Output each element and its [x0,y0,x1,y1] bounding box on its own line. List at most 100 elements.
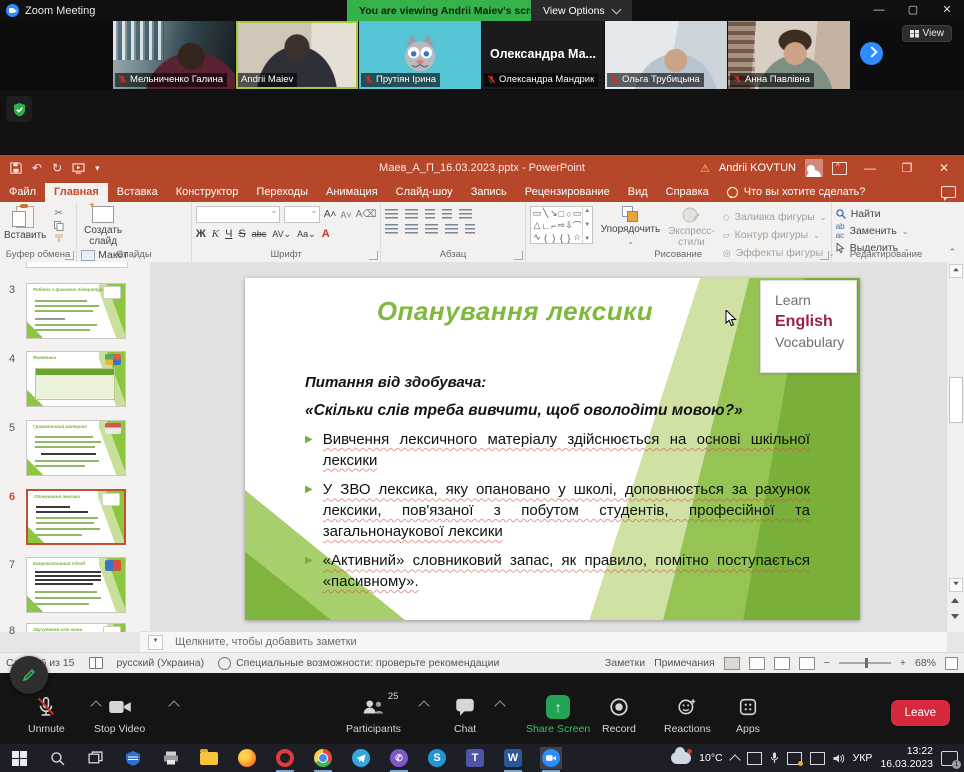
copy-icon[interactable] [54,221,64,231]
font-size-select[interactable] [284,206,320,223]
justify-icon[interactable] [445,224,458,234]
skype-icon[interactable]: S [426,747,448,769]
thumbnail-slide-5[interactable]: Граматичний матеріал [26,420,126,476]
comments-toggle[interactable]: Примечания [654,657,715,669]
file-explorer-icon[interactable] [198,747,220,769]
start-slideshow-icon[interactable] [72,163,85,174]
account-name[interactable]: Andrii KOVTUN [719,162,796,174]
participant-tile[interactable]: Ольга Трубицына [605,21,727,89]
bullets-icon[interactable] [385,209,398,219]
zoom-slider[interactable] [839,662,891,664]
cut-icon[interactable]: ✂ [54,208,64,219]
tab-help[interactable]: Справка [657,183,718,202]
share-screen-button[interactable]: ↑ Share Screen [520,694,596,736]
shapes-scrollbar[interactable]: ▲▼▼ [582,207,592,243]
task-view-icon[interactable] [84,747,106,769]
weather-icon[interactable] [671,752,691,764]
bold-button[interactable]: Ж [196,228,206,240]
tab-home[interactable]: Главная [45,183,108,202]
italic-button[interactable]: К [212,228,219,240]
format-painter-icon[interactable] [54,233,64,243]
slide-title[interactable]: Опанування лексики [305,296,725,327]
font-color-button[interactable]: A [322,228,330,240]
align-center-icon[interactable] [405,224,418,234]
annotate-pencil-button[interactable] [10,656,48,694]
ppt-close-button[interactable]: ✕ [930,161,958,175]
font-name-select[interactable] [196,206,280,223]
dialog-launcher-icon[interactable] [514,251,523,260]
hidden-icons-caret[interactable] [729,754,740,765]
tab-animations[interactable]: Анимация [317,183,387,202]
temperature[interactable]: 10°C [699,752,722,764]
accessibility-status[interactable]: Специальные возможности: проверьте реком… [236,657,499,669]
tab-transitions[interactable]: Переходы [247,183,317,202]
maximize-button[interactable]: ▢ [896,0,930,21]
word-icon[interactable]: W [502,747,524,769]
participant-tile-no-video[interactable]: Олександра Ма... Олександра Мандрик [482,21,604,89]
tab-view[interactable]: Вид [619,183,657,202]
dialog-launcher-icon[interactable] [369,251,378,260]
replace-button[interactable]: abacЗаменить⌄ [836,222,937,240]
spellcheck-icon[interactable] [89,657,103,669]
participants-caret[interactable] [418,700,429,711]
zoom-in-button[interactable]: + [900,657,906,669]
increase-indent-icon[interactable] [442,209,452,219]
zoom-taskbar-icon[interactable] [540,747,562,769]
shapes-gallery[interactable]: ▭╲↘□○▭ △∟⌐⇨⇩⌒ ∿(){}☆ ▲▼▼ [530,206,593,244]
dialog-launcher-icon[interactable] [820,251,829,260]
notes-placeholder[interactable]: Щелкните, чтобы добавить заметки [175,636,357,648]
notification-tray-icon[interactable] [787,752,802,765]
shape-outline-button[interactable]: ▱Контур фигуры⌄ [723,229,835,241]
chat-caret[interactable] [494,700,505,711]
ppt-minimize-button[interactable]: — [856,161,884,175]
chrome-icon[interactable] [312,747,334,769]
view-options-button[interactable]: View Options [531,0,632,21]
stop-video-button[interactable]: Stop Video [88,694,151,736]
partial-thumbnail[interactable] [26,262,128,268]
collapse-ribbon-icon[interactable]: ⌃ [940,247,964,262]
cast-tray-icon[interactable] [747,752,762,765]
panel-scroll-down-icon[interactable]: ▼ [148,635,163,650]
arrange-button[interactable]: Упорядочить⌄ [601,206,661,246]
network-tray-icon[interactable] [810,752,825,765]
reactions-button[interactable]: Reactions [658,694,717,736]
quick-styles-button[interactable]: Экспресс-стили [668,206,715,248]
participants-button[interactable]: 25 Participants [340,694,407,736]
undo-icon[interactable]: ↶ [32,162,42,174]
thumbnail-slide-4[interactable]: Фонетика [26,351,126,407]
chat-button[interactable]: Chat [448,694,482,736]
next-participants-button[interactable] [860,42,883,65]
minimize-button[interactable]: — [862,0,896,21]
scrollbar-thumb[interactable] [949,377,963,423]
learn-english-vocabulary-logo[interactable]: Learn English Vocabulary [760,280,857,373]
record-button[interactable]: Record [596,694,642,736]
current-slide[interactable]: Опанування лексики Learn English Vocabul… [245,278,860,620]
search-icon[interactable] [46,747,68,769]
decrease-font-icon[interactable]: A˅ [340,210,351,220]
next-slide-button[interactable] [951,606,959,624]
mic-tray-icon[interactable] [770,752,779,764]
meeting-security-badge[interactable] [6,96,32,122]
zoom-slider-handle[interactable] [865,658,868,668]
participant-tile-active-speaker[interactable]: Andrii Maiev [236,21,358,89]
teams-icon[interactable]: T [464,747,486,769]
participant-tile[interactable]: Прутіян Ірина [359,21,481,89]
participant-tile[interactable]: Анна Павлівна [728,21,850,89]
antivirus-app-icon[interactable] [122,747,144,769]
thumbnail-slide-6-selected[interactable]: Опанування лексики [26,489,126,545]
vertical-scrollbar[interactable] [946,262,964,632]
scroll-up-arrow[interactable] [949,264,963,278]
tab-file[interactable]: Файл [0,183,45,202]
slide-question-text[interactable]: «Скільки слів треба вивчити, щоб оволоді… [305,402,743,420]
tab-review[interactable]: Рецензирование [516,183,619,202]
participant-tile[interactable]: Мельниченко Галина [113,21,235,89]
find-button[interactable]: Найти [836,208,937,220]
slide-body-text[interactable]: ▶ Вивчення лексичного матеріалу здійснює… [305,430,810,602]
abc-strike-button[interactable]: abc [252,229,267,239]
zoom-percentage[interactable]: 68% [915,657,936,669]
strikethrough-button[interactable]: S [238,228,245,240]
viber-icon[interactable]: ✆ [388,747,410,769]
slideshow-view-icon[interactable] [799,657,815,670]
leave-button[interactable]: Leave [891,700,950,726]
tab-slideshow[interactable]: Слайд-шоу [387,183,462,202]
